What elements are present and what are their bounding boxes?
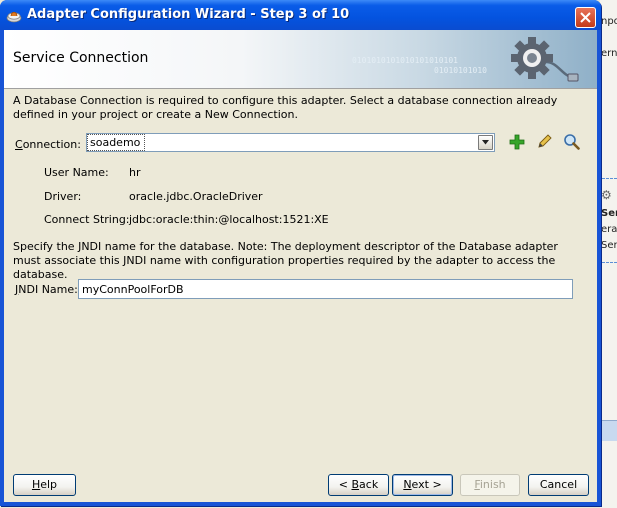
help-button[interactable]: Help — [13, 474, 76, 496]
back-button[interactable]: < Back — [328, 474, 389, 496]
chevron-down-icon — [482, 140, 489, 145]
decorative-binary-text: 01010101010 — [434, 66, 487, 75]
gear-plug-icon — [511, 37, 579, 82]
finish-button[interactable]: Finish — [460, 474, 520, 496]
close-button[interactable] — [575, 7, 596, 28]
background-divider — [602, 262, 617, 263]
background-text: ern — [601, 48, 617, 59]
background-text: Ser — [601, 240, 617, 251]
connection-label-mnemonic: C — [15, 138, 23, 151]
back-mnemonic: B — [351, 478, 360, 491]
close-icon — [580, 12, 591, 23]
background-text: npo — [601, 16, 617, 27]
edit-icon[interactable] — [536, 134, 552, 150]
user-name-value: hr — [129, 166, 141, 179]
back-label: ack — [359, 478, 379, 491]
window-title: Adapter Configuration Wizard - Step 3 of… — [27, 7, 350, 22]
driver-label: Driver: — [44, 190, 82, 203]
user-name-label: User Name: — [44, 166, 109, 179]
jndi-label: JNDI Name: — [15, 283, 78, 296]
jndi-label-text: NDI Name: — [18, 283, 78, 296]
connection-label-text: onnection: — [22, 138, 81, 151]
search-icon[interactable] — [563, 133, 580, 150]
title-bar[interactable]: Adapter Configuration Wizard - Step 3 of… — [0, 0, 601, 30]
wizard-header: Service Connection 010101010101010101010… — [4, 30, 597, 89]
finish-label: inish — [479, 478, 506, 491]
adapter-app-icon — [6, 11, 22, 23]
next-mnemonic: N — [403, 478, 412, 491]
background-text: Ser — [601, 208, 617, 219]
decorative-binary-text: 0101010101010101010101 — [352, 56, 458, 65]
dialog-content: Service Connection 010101010101010101010… — [4, 30, 597, 502]
connection-label: Connection: — [15, 138, 81, 151]
next-label: ext > — [411, 478, 442, 491]
jndi-name-input[interactable] — [78, 279, 573, 299]
driver-value: oracle.jdbc.OracleDriver — [129, 190, 263, 203]
connection-dropdown[interactable]: soademo — [86, 133, 495, 152]
background-application: npo ern ⚙ Ser era Ser — [600, 0, 617, 508]
add-icon[interactable] — [509, 134, 525, 150]
connect-string-value: jdbc:oracle:thin:@localhost:1521:XE — [129, 213, 329, 226]
cancel-button[interactable]: Cancel — [528, 474, 589, 496]
background-panel — [600, 420, 617, 441]
back-prefix: < — [338, 478, 352, 491]
jndi-description: Specify the JNDI name for the database. … — [13, 240, 558, 281]
dropdown-arrow-button[interactable] — [478, 135, 493, 150]
connect-string-label: Connect String: — [44, 213, 130, 226]
background-text: era — [601, 224, 617, 235]
page-title: Service Connection — [13, 50, 149, 66]
connection-value: soademo — [90, 136, 141, 149]
background-divider — [602, 178, 617, 179]
next-button[interactable]: Next > — [392, 474, 453, 496]
wizard-window: Adapter Configuration Wizard - Step 3 of… — [0, 0, 601, 506]
intro-text: A Database Connection is required to con… — [13, 94, 558, 121]
background-gear-icon: ⚙ — [601, 188, 612, 202]
help-label: elp — [40, 478, 58, 491]
help-mnemonic: H — [31, 478, 41, 491]
